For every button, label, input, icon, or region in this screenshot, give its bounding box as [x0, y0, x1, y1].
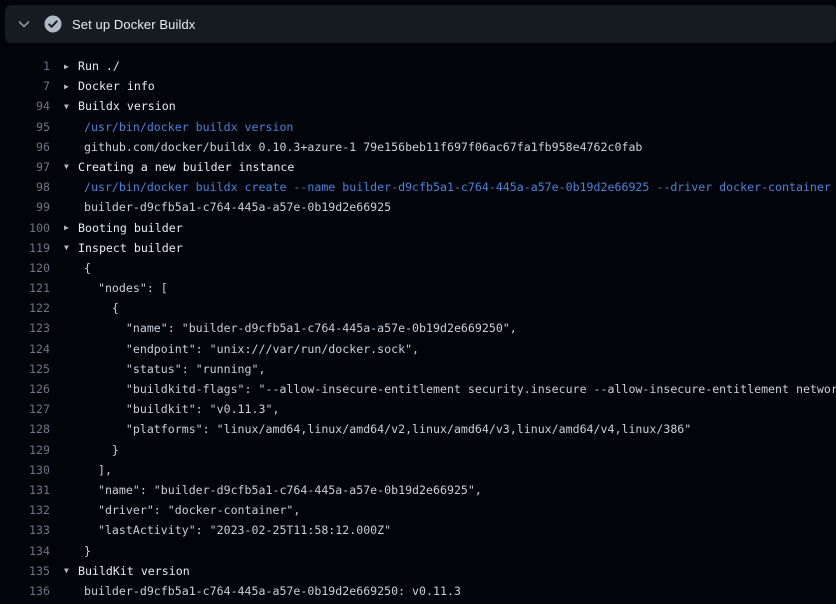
- log-group-row[interactable]: 119 ▼Inspect builder: [0, 238, 836, 258]
- log-line-text: "buildkitd-flags": "--allow-insecure-ent…: [84, 382, 836, 396]
- log-line-text: builder-d9cfb5a1-c764-445a-a57e-0b19d2e6…: [84, 584, 461, 598]
- log-line-text: "lastActivity": "2023-02-25T11:58:12.000…: [84, 523, 391, 537]
- log-line-number[interactable]: 133: [0, 520, 50, 540]
- log-group-row[interactable]: 7 ▶Docker info: [0, 76, 836, 96]
- log-line: 124 "endpoint": "unix:///var/run/docker.…: [0, 339, 836, 359]
- step-header[interactable]: Set up Docker Buildx: [5, 5, 836, 43]
- chevron-down-icon[interactable]: [17, 17, 31, 31]
- log-line-text: Creating a new builder instance: [78, 160, 294, 174]
- triangle-toggle-icon[interactable]: ▼: [64, 238, 78, 258]
- check-circle-icon: [44, 15, 62, 33]
- log-line: 125 "status": "running",: [0, 359, 836, 379]
- triangle-toggle-icon[interactable]: ▼: [64, 561, 78, 581]
- log-line: 98 /usr/bin/docker buildx create --name …: [0, 177, 836, 197]
- step-title: Set up Docker Buildx: [72, 17, 195, 32]
- log-lines: 1 ▶Run ./ 7 ▶Docker info 94 ▼Buildx vers…: [0, 56, 836, 601]
- log-line-number[interactable]: 134: [0, 541, 50, 561]
- log-line-number[interactable]: 130: [0, 460, 50, 480]
- log-line-number[interactable]: 124: [0, 339, 50, 359]
- log-line-number[interactable]: 123: [0, 318, 50, 338]
- log-group-row[interactable]: 100 ▶Booting builder: [0, 218, 836, 238]
- log-line-number[interactable]: 94: [0, 96, 50, 116]
- log-line-text: /usr/bin/docker buildx version: [84, 120, 293, 134]
- log-line-text: }: [84, 544, 91, 558]
- log-line-number[interactable]: 120: [0, 258, 50, 278]
- log-line-number[interactable]: 100: [0, 218, 50, 238]
- triangle-toggle-icon[interactable]: ▶: [64, 77, 78, 97]
- log-line-text: github.com/docker/buildx 0.10.3+azure-1 …: [84, 140, 642, 154]
- log-line-number[interactable]: 122: [0, 298, 50, 318]
- log-line: 133 "lastActivity": "2023-02-25T11:58:12…: [0, 520, 836, 540]
- log-line-number[interactable]: 135: [0, 561, 50, 581]
- log-line: 121 "nodes": [: [0, 278, 836, 298]
- log-line-text: Buildx version: [78, 99, 176, 113]
- log-line-number[interactable]: 125: [0, 359, 50, 379]
- log-line-number[interactable]: 119: [0, 238, 50, 258]
- log-line-number[interactable]: 95: [0, 117, 50, 137]
- log-line-text: "nodes": [: [84, 281, 168, 295]
- triangle-toggle-icon[interactable]: ▶: [64, 57, 78, 77]
- log-line-text: ],: [84, 463, 112, 477]
- log-line: 96 github.com/docker/buildx 0.10.3+azure…: [0, 137, 836, 157]
- log-group-row[interactable]: 97 ▼Creating a new builder instance: [0, 157, 836, 177]
- log-line-number[interactable]: 1: [0, 56, 50, 76]
- log-line-text: {: [84, 261, 91, 275]
- log-line: 99 builder-d9cfb5a1-c764-445a-a57e-0b19d…: [0, 197, 836, 217]
- log-line-text: }: [84, 443, 119, 457]
- log-line: 126 "buildkitd-flags": "--allow-insecure…: [0, 379, 836, 399]
- log-line-text: Inspect builder: [78, 241, 183, 255]
- triangle-toggle-icon[interactable]: ▶: [64, 218, 78, 238]
- log-line-text: builder-d9cfb5a1-c764-445a-a57e-0b19d2e6…: [84, 200, 391, 214]
- log-line-text: {: [84, 301, 119, 315]
- log-line: 128 "platforms": "linux/amd64,linux/amd6…: [0, 419, 836, 439]
- log-line: 130 ],: [0, 460, 836, 480]
- log-line-text: /usr/bin/docker buildx create --name bui…: [84, 180, 831, 194]
- log-line-number[interactable]: 127: [0, 399, 50, 419]
- log-line-text: "platforms": "linux/amd64,linux/amd64/v2…: [84, 422, 691, 436]
- log-line: 95 /usr/bin/docker buildx version: [0, 117, 836, 137]
- log-line-number[interactable]: 126: [0, 379, 50, 399]
- triangle-toggle-icon[interactable]: ▼: [64, 97, 78, 117]
- log-line-number[interactable]: 97: [0, 157, 50, 177]
- log-line-text: Docker info: [78, 79, 155, 93]
- log-line: 132 "driver": "docker-container",: [0, 500, 836, 520]
- log-line-number[interactable]: 129: [0, 440, 50, 460]
- log-line-text: "status": "running",: [84, 362, 265, 376]
- actions-log-viewer: Set up Docker Buildx 1 ▶Run ./ 7 ▶Docker…: [0, 0, 836, 604]
- log-line-text: "driver": "docker-container",: [84, 503, 300, 517]
- log-line: 136 builder-d9cfb5a1-c764-445a-a57e-0b19…: [0, 581, 836, 601]
- log-group-row[interactable]: 94 ▼Buildx version: [0, 96, 836, 116]
- log-line: 122 {: [0, 298, 836, 318]
- log-line-text: Run ./: [78, 59, 120, 73]
- log-line-number[interactable]: 99: [0, 197, 50, 217]
- log-line-number[interactable]: 98: [0, 177, 50, 197]
- log-line-number[interactable]: 128: [0, 419, 50, 439]
- log-line-text: "buildkit": "v0.11.3",: [84, 402, 279, 416]
- log-line-text: BuildKit version: [78, 564, 190, 578]
- log-line: 127 "buildkit": "v0.11.3",: [0, 399, 836, 419]
- log-line: 129 }: [0, 440, 836, 460]
- log-line-number[interactable]: 131: [0, 480, 50, 500]
- log-line-number[interactable]: 96: [0, 137, 50, 157]
- log-line-number[interactable]: 121: [0, 278, 50, 298]
- triangle-toggle-icon[interactable]: ▼: [64, 157, 78, 177]
- log-line-text: "endpoint": "unix:///var/run/docker.sock…: [84, 342, 419, 356]
- log-group-row[interactable]: 135 ▼BuildKit version: [0, 561, 836, 581]
- log-line: 123 "name": "builder-d9cfb5a1-c764-445a-…: [0, 318, 836, 338]
- log-line-text: "name": "builder-d9cfb5a1-c764-445a-a57e…: [84, 321, 517, 335]
- log-line-text: "name": "builder-d9cfb5a1-c764-445a-a57e…: [84, 483, 482, 497]
- log-line-number[interactable]: 132: [0, 500, 50, 520]
- log-group-row[interactable]: 1 ▶Run ./: [0, 56, 836, 76]
- log-line-number[interactable]: 136: [0, 581, 50, 601]
- log-line-text: Booting builder: [78, 221, 183, 235]
- log-line-number[interactable]: 7: [0, 76, 50, 96]
- log-line: 120 {: [0, 258, 836, 278]
- log-line: 131 "name": "builder-d9cfb5a1-c764-445a-…: [0, 480, 836, 500]
- log-line: 134 }: [0, 541, 836, 561]
